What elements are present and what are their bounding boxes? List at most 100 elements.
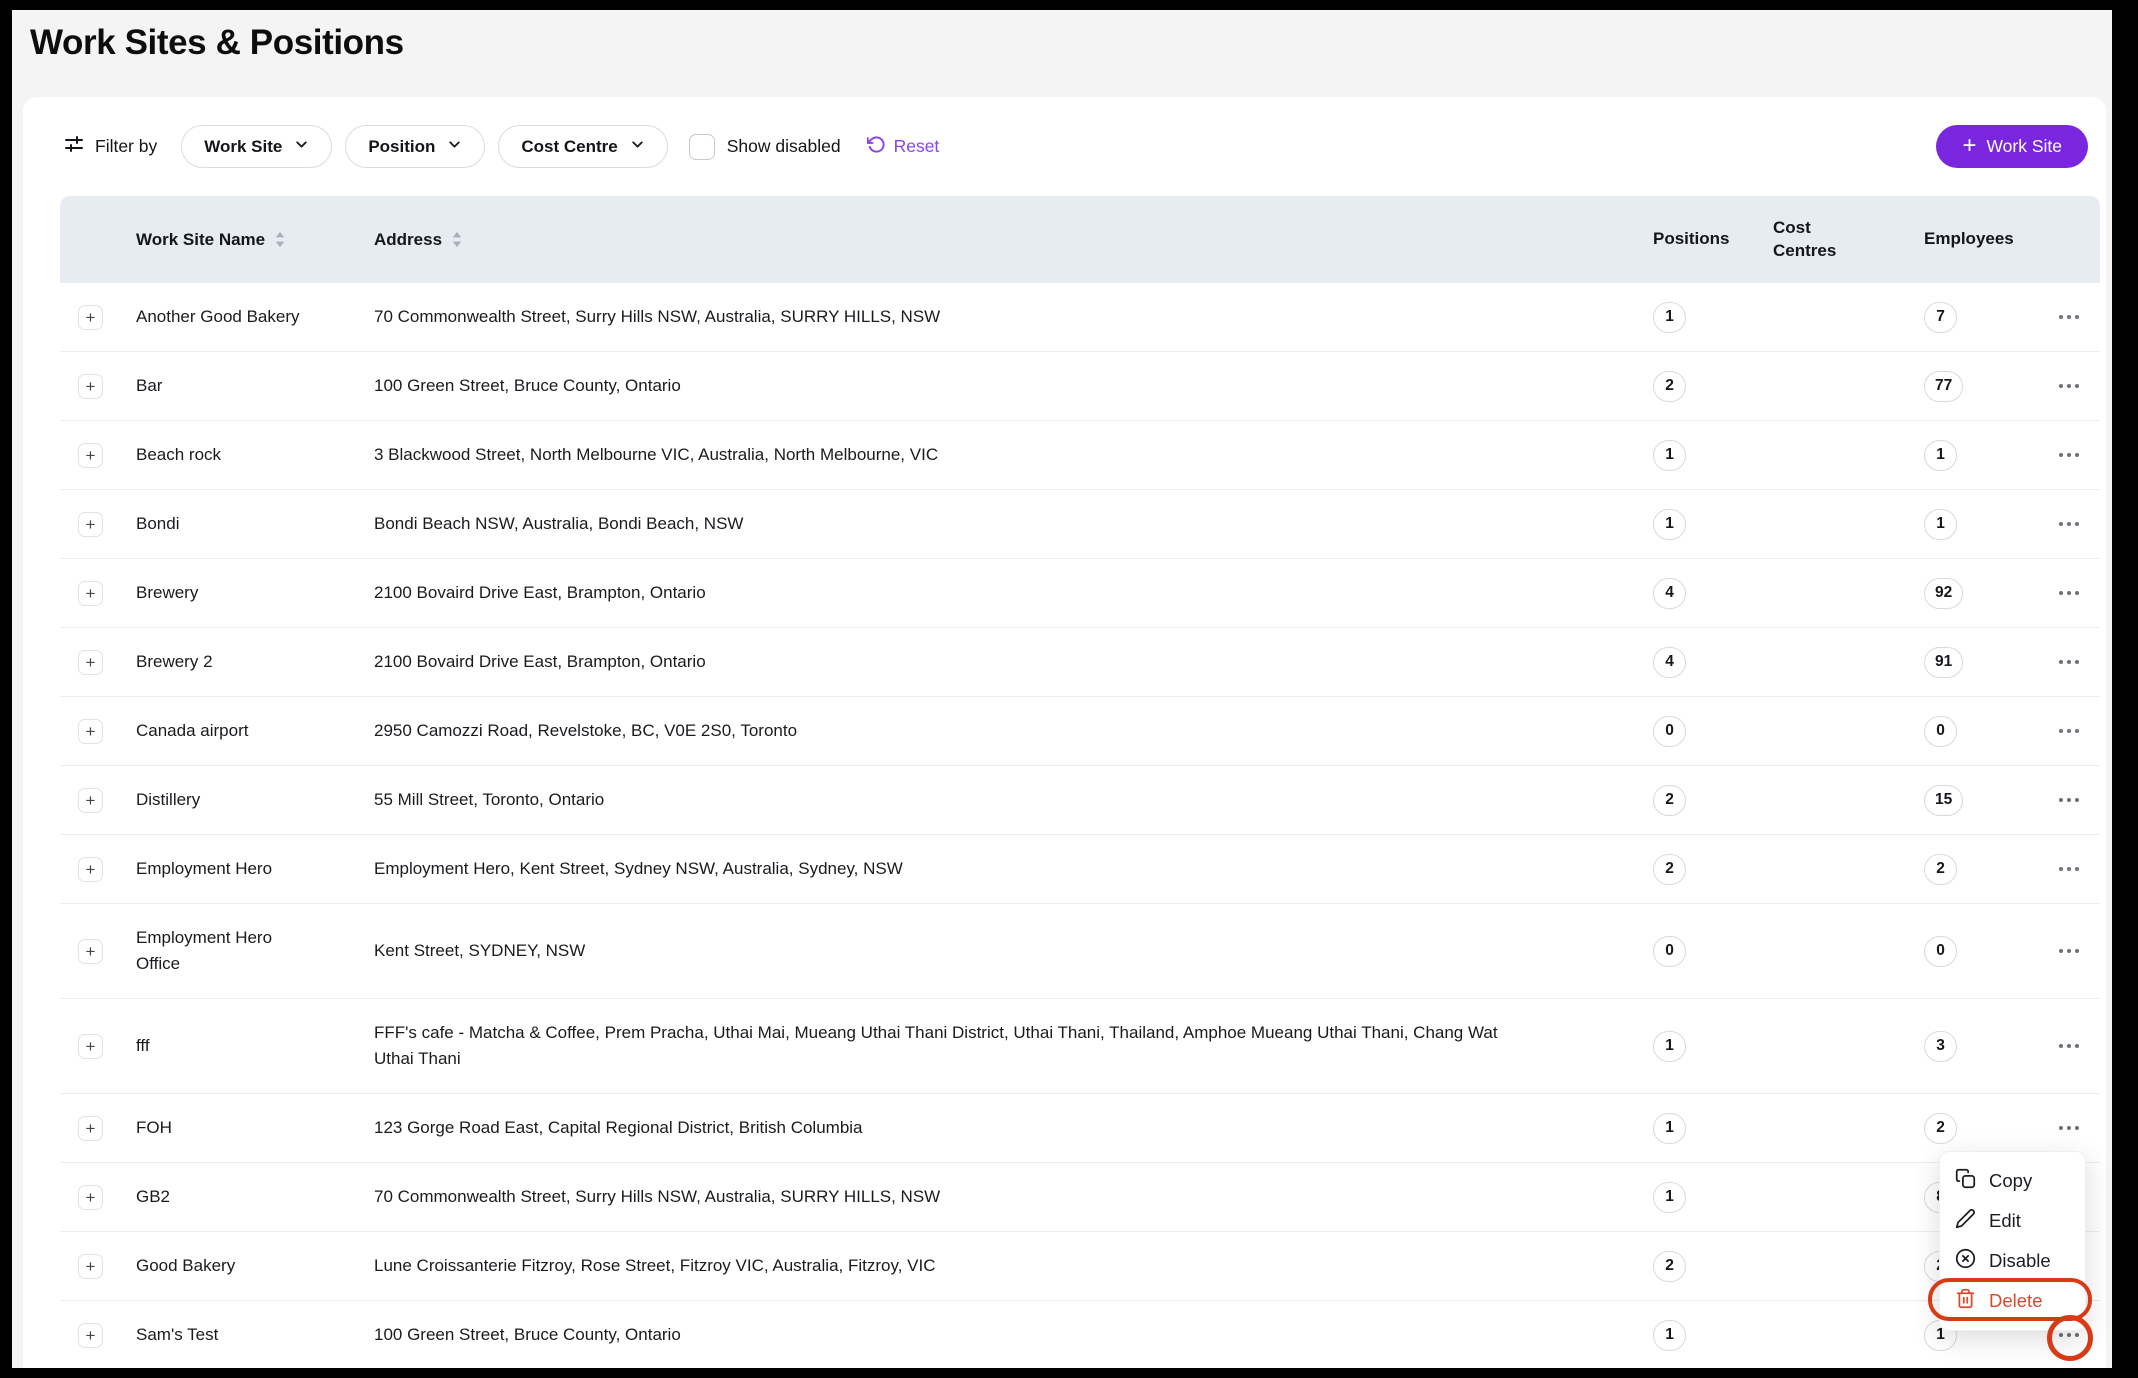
positions-badge: 2 — [1653, 371, 1686, 402]
table-row: + fff FFF's cafe - Matcha & Coffee, Prem… — [60, 999, 2100, 1094]
worksite-address: 2950 Camozzi Road, Revelstoke, BC, V0E 2… — [374, 718, 797, 744]
kebab-icon — [2059, 729, 2064, 734]
kebab-icon — [2059, 949, 2064, 954]
worksite-name: Bondi — [136, 511, 179, 537]
chevron-down-icon — [294, 137, 309, 157]
reset-filters-button[interactable]: Reset — [867, 135, 940, 159]
menu-item-copy[interactable]: Copy — [1940, 1161, 2085, 1201]
positions-badge: 2 — [1653, 1251, 1686, 1282]
table-row: + Distillery 55 Mill Street, Toronto, On… — [60, 766, 2100, 835]
employees-badge: 92 — [1924, 578, 1963, 609]
worksite-name: Brewery 2 — [136, 649, 213, 675]
row-context-menu: Copy Edit Disable Delete — [1939, 1151, 2086, 1331]
worksite-address: 55 Mill Street, Toronto, Ontario — [374, 787, 604, 813]
app-screen: Work Sites & Positions Filter by Work Si… — [12, 10, 2112, 1368]
page-title: Work Sites & Positions — [30, 23, 404, 63]
kebab-icon — [2059, 1333, 2064, 1338]
row-actions-button[interactable] — [2057, 309, 2082, 326]
expand-row-button[interactable]: + — [78, 1185, 103, 1210]
employees-badge: 0 — [1924, 716, 1957, 747]
employees-badge: 7 — [1924, 302, 1957, 333]
expand-row-button[interactable]: + — [78, 1116, 103, 1141]
worksite-name: Canada airport — [136, 718, 248, 744]
filter-by-label: Filter by — [63, 133, 157, 160]
worksite-address: 70 Commonwealth Street, Surry Hills NSW,… — [374, 1184, 940, 1210]
positions-badge: 4 — [1653, 647, 1686, 678]
add-work-site-button[interactable]: + Work Site — [1936, 125, 2088, 168]
row-actions-button[interactable] — [2057, 378, 2082, 395]
expand-row-button[interactable]: + — [78, 512, 103, 537]
expand-row-button[interactable]: + — [78, 1254, 103, 1279]
employees-badge: 0 — [1924, 936, 1957, 967]
row-actions-button[interactable] — [2057, 1120, 2082, 1137]
menu-item-edit[interactable]: Edit — [1940, 1201, 2085, 1241]
worksite-name: FOH — [136, 1115, 172, 1141]
show-disabled-checkbox[interactable] — [689, 134, 715, 160]
filter-sliders-icon — [63, 133, 85, 160]
chevron-down-icon — [447, 137, 462, 157]
positions-badge: 2 — [1653, 854, 1686, 885]
kebab-icon — [2059, 384, 2064, 389]
row-actions-button[interactable] — [2057, 943, 2082, 960]
cost-centre-filter-dropdown[interactable]: Cost Centre — [498, 125, 667, 168]
plus-icon: + — [1962, 134, 1976, 158]
work-site-filter-dropdown[interactable]: Work Site — [181, 125, 332, 168]
row-actions-button[interactable] — [2057, 516, 2082, 533]
positions-badge: 1 — [1653, 302, 1686, 333]
row-actions-button[interactable] — [2057, 861, 2082, 878]
copy-icon — [1955, 1168, 1976, 1194]
expand-row-button[interactable]: + — [78, 857, 103, 882]
worksite-address: 70 Commonwealth Street, Surry Hills NSW,… — [374, 304, 940, 330]
positions-badge: 1 — [1653, 1320, 1686, 1351]
table-row: + Bondi Bondi Beach NSW, Australia, Bond… — [60, 490, 2100, 559]
table-row: + Canada airport 2950 Camozzi Road, Reve… — [60, 697, 2100, 766]
filter-bar: Filter by Work Site Position Cost Centre… — [63, 97, 939, 196]
table-row: + Another Good Bakery 70 Commonwealth St… — [60, 283, 2100, 352]
sort-by-address-header[interactable]: Address — [374, 230, 1629, 250]
table-row: + Employment Hero Office Kent Street, SY… — [60, 904, 2100, 999]
menu-item-disable[interactable]: Disable — [1940, 1241, 2085, 1281]
positions-badge: 4 — [1653, 578, 1686, 609]
row-actions-button[interactable] — [2057, 792, 2082, 809]
expand-row-button[interactable]: + — [78, 305, 103, 330]
position-filter-dropdown[interactable]: Position — [345, 125, 485, 168]
table-row: + Brewery 2100 Bovaird Drive East, Bramp… — [60, 559, 2100, 628]
edit-pencil-icon — [1955, 1208, 1976, 1234]
worksite-name: Employment Hero Office — [136, 925, 316, 978]
sort-icon — [451, 231, 463, 248]
expand-row-button[interactable]: + — [78, 719, 103, 744]
positions-badge: 2 — [1653, 785, 1686, 816]
worksite-name: Beach rock — [136, 442, 221, 468]
sort-by-name-header[interactable]: Work Site Name — [136, 230, 358, 250]
expand-row-button[interactable]: + — [78, 939, 103, 964]
table-row: + Bar 100 Green Street, Bruce County, On… — [60, 352, 2100, 421]
employees-badge: 91 — [1924, 647, 1963, 678]
kebab-icon — [2059, 591, 2064, 596]
kebab-icon — [2059, 1044, 2064, 1049]
employees-badge: 2 — [1924, 1113, 1957, 1144]
positions-badge: 1 — [1653, 1031, 1686, 1062]
row-actions-button[interactable] — [2057, 447, 2082, 464]
kebab-icon — [2059, 867, 2064, 872]
trash-icon — [1955, 1288, 1976, 1314]
menu-item-delete[interactable]: Delete — [1940, 1281, 2085, 1321]
worksite-name: Bar — [136, 373, 162, 399]
row-actions-button[interactable] — [2057, 1038, 2082, 1055]
expand-row-button[interactable]: + — [78, 1323, 103, 1348]
worksite-name: Another Good Bakery — [136, 304, 299, 330]
table-row: + Beach rock 3 Blackwood Street, North M… — [60, 421, 2100, 490]
row-actions-button[interactable] — [2057, 723, 2082, 740]
row-actions-button[interactable] — [2057, 585, 2082, 602]
row-actions-button[interactable] — [2057, 654, 2082, 671]
expand-row-button[interactable]: + — [78, 788, 103, 813]
employees-badge: 15 — [1924, 785, 1963, 816]
expand-row-button[interactable]: + — [78, 581, 103, 606]
expand-row-button[interactable]: + — [78, 1034, 103, 1059]
worksite-name: fff — [136, 1033, 150, 1059]
content-card: Filter by Work Site Position Cost Centre… — [23, 97, 2106, 1368]
worksite-address: Bondi Beach NSW, Australia, Bondi Beach,… — [374, 511, 743, 537]
expand-row-button[interactable]: + — [78, 443, 103, 468]
expand-row-button[interactable]: + — [78, 650, 103, 675]
worksite-address: Kent Street, SYDNEY, NSW — [374, 938, 585, 964]
expand-row-button[interactable]: + — [78, 374, 103, 399]
